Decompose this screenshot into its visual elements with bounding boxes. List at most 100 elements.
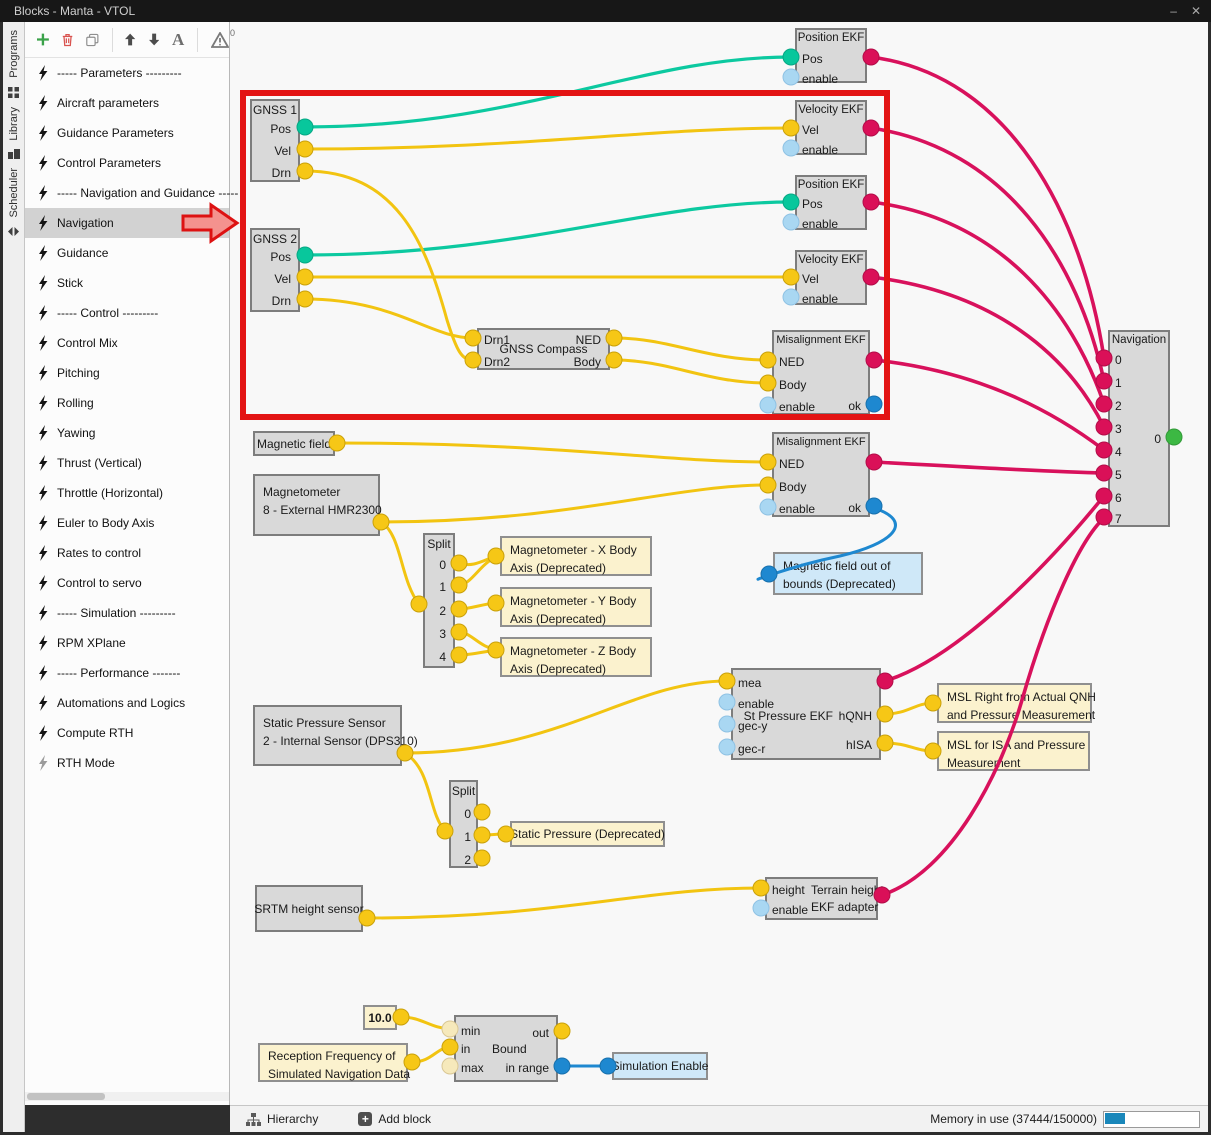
port-label-ok: ok bbox=[848, 500, 861, 516]
note-line2: Axis (Deprecated) bbox=[510, 660, 642, 678]
sidebar-item-stick[interactable]: Stick bbox=[25, 268, 229, 298]
block-misalignment-ekf-1[interactable]: Misalignment EKF NED Body enable ok bbox=[772, 330, 870, 415]
block-misalignment-ekf-2[interactable]: Misalignment EKF NED Body enable ok bbox=[772, 432, 870, 517]
port-label-body: Body bbox=[574, 354, 601, 370]
block-msl-isa-note[interactable]: MSL for ISA and Pressure Measurement bbox=[937, 731, 1090, 771]
block-title: Magnetic field bbox=[255, 433, 333, 454]
port-label-enable: enable bbox=[802, 142, 838, 158]
block-magnetometer[interactable]: Magnetometer 8 - External HMR2300 bbox=[253, 474, 380, 536]
block-static-pressure-sensor[interactable]: Static Pressure Sensor 2 - Internal Sens… bbox=[253, 705, 402, 766]
tab-scheduler[interactable]: Scheduler bbox=[8, 168, 20, 218]
sidebar-item-aircraft-parameters[interactable]: Aircraft parameters bbox=[25, 88, 229, 118]
block-title: St Pressure EKF bbox=[744, 708, 833, 724]
title-bar[interactable]: Blocks - Manta - VTOL – ✕ bbox=[0, 0, 1211, 22]
note-line1: Reception Frequency of bbox=[268, 1047, 398, 1065]
library-icon[interactable] bbox=[8, 149, 20, 159]
duplicate-icon[interactable] bbox=[86, 32, 99, 48]
port-label-mea: mea bbox=[738, 675, 761, 691]
block-title: Misalignment EKF bbox=[774, 436, 868, 448]
block-gnss-2[interactable]: GNSS 2 Pos Vel Drn bbox=[250, 228, 300, 312]
block-magnetometer-y-deprecated[interactable]: Magnetometer - Y Body Axis (Deprecated) bbox=[500, 587, 652, 627]
tab-library[interactable]: Library bbox=[8, 107, 20, 141]
sidebar-item-navigation-guidance-separator[interactable]: ----- Navigation and Guidance ----- bbox=[25, 178, 229, 208]
close-button[interactable]: ✕ bbox=[1191, 0, 1201, 22]
block-bound[interactable]: min in max Bound out in range bbox=[454, 1015, 558, 1082]
block-velocity-ekf-1[interactable]: Velocity EKF Vel enable bbox=[795, 100, 867, 155]
sidebar-item-control-mix[interactable]: Control Mix bbox=[25, 328, 229, 358]
sidebar-item-rates-to-control[interactable]: Rates to control bbox=[25, 538, 229, 568]
programs-grid-icon[interactable] bbox=[8, 87, 19, 98]
scheduler-arrows-icon[interactable] bbox=[8, 227, 19, 236]
block-gnss-1[interactable]: GNSS 1 Pos Vel Drn bbox=[250, 99, 300, 182]
block-position-ekf-1[interactable]: Position EKF Pos enable bbox=[795, 28, 867, 83]
add-block-icon: + bbox=[358, 1112, 372, 1126]
port-label-2: 2 bbox=[1115, 398, 1122, 414]
sidebar-item-compute-rth[interactable]: Compute RTH bbox=[25, 718, 229, 748]
add-program-icon[interactable] bbox=[37, 32, 49, 47]
memory-progress-fill bbox=[1105, 1113, 1125, 1124]
sidebar-item-control-parameters[interactable]: Control Parameters bbox=[25, 148, 229, 178]
sidebar-item-throttle-horizontal[interactable]: Throttle (Horizontal) bbox=[25, 478, 229, 508]
block-magnetic-field-out-of-bounds[interactable]: Magnetic field out of bounds (Deprecated… bbox=[773, 552, 923, 595]
note-line1: Magnetometer - X Body bbox=[510, 541, 642, 559]
sidebar-item-performance-separator[interactable]: ----- Performance ------- bbox=[25, 658, 229, 688]
block-terrain-height-ekf-adapter[interactable]: height enable Terrain height EKF adapter bbox=[765, 877, 878, 920]
block-constant-10[interactable]: 10.0 bbox=[363, 1005, 397, 1030]
sidebar-item-guidance[interactable]: Guidance bbox=[25, 238, 229, 268]
sidebar-item-navigation[interactable]: Navigation bbox=[25, 208, 229, 238]
block-msl-qnh-note[interactable]: MSL Right from Actual QNH and Pressure M… bbox=[937, 683, 1092, 723]
move-down-icon[interactable] bbox=[149, 32, 159, 47]
sidebar-item-rolling[interactable]: Rolling bbox=[25, 388, 229, 418]
sidebar-item-control-separator[interactable]: ----- Control --------- bbox=[25, 298, 229, 328]
block-st-pressure-ekf[interactable]: mea enable gec-y gec-r St Pressure EKF h… bbox=[731, 668, 881, 760]
port-label-0: 0 bbox=[1115, 352, 1122, 368]
sidebar-item-simulation-separator[interactable]: ----- Simulation --------- bbox=[25, 598, 229, 628]
sidebar-item-rth-mode[interactable]: RTH Mode bbox=[25, 748, 229, 778]
minimize-button[interactable]: – bbox=[1170, 0, 1177, 22]
block-title: Split bbox=[425, 537, 453, 551]
sidebar-item-pitching[interactable]: Pitching bbox=[25, 358, 229, 388]
warnings-indicator[interactable]: 0 bbox=[211, 32, 229, 48]
block-position-ekf-2[interactable]: Position EKF Pos enable bbox=[795, 175, 867, 230]
sidebar-item-control-to-servo[interactable]: Control to servo bbox=[25, 568, 229, 598]
note-text: Simulation Enable bbox=[614, 1054, 706, 1078]
scrollbar-thumb[interactable] bbox=[27, 1093, 105, 1100]
block-magnetometer-z-deprecated[interactable]: Magnetometer - Z Body Axis (Deprecated) bbox=[500, 637, 652, 677]
move-up-icon[interactable] bbox=[125, 32, 135, 47]
hierarchy-button[interactable]: Hierarchy bbox=[246, 1112, 318, 1126]
sidebar-item-euler-to-body-axis[interactable]: Euler to Body Axis bbox=[25, 508, 229, 538]
port-label-4: 4 bbox=[439, 649, 446, 665]
sidebar-horizontal-scrollbar[interactable] bbox=[25, 1092, 229, 1101]
block-split-2[interactable]: Split 0 1 2 bbox=[449, 780, 478, 868]
block-split-1[interactable]: Split 0 1 2 3 4 bbox=[423, 533, 455, 668]
block-reception-frequency-note[interactable]: Reception Frequency of Simulated Navigat… bbox=[258, 1043, 408, 1082]
block-gnss-compass[interactable]: GNSS Compass Drn1 Drn2 NED Body bbox=[477, 328, 610, 370]
block-simulation-enable[interactable]: Simulation Enable bbox=[612, 1052, 708, 1080]
port-label-enable: enable bbox=[802, 216, 838, 232]
delete-program-icon[interactable] bbox=[62, 32, 73, 48]
add-block-button[interactable]: + Add block bbox=[358, 1112, 431, 1126]
block-navigation[interactable]: Navigation 0 1 2 3 4 5 6 7 0 bbox=[1108, 330, 1170, 527]
rename-icon[interactable]: A bbox=[172, 32, 184, 48]
note-text: Static Pressure (Deprecated) bbox=[512, 823, 663, 845]
sidebar-item-yawing[interactable]: Yawing bbox=[25, 418, 229, 448]
block-magnetic-field[interactable]: Magnetic field bbox=[253, 431, 335, 456]
block-title: SRTM height sensor bbox=[257, 887, 361, 930]
sidebar-item-parameters-separator[interactable]: ----- Parameters --------- bbox=[25, 58, 229, 88]
block-title: GNSS 1 bbox=[252, 103, 298, 117]
block-srtm-height-sensor[interactable]: SRTM height sensor bbox=[255, 885, 363, 932]
port-label-drn1: Drn1 bbox=[484, 332, 510, 348]
sidebar-item-rpm-xplane[interactable]: RPM XPlane bbox=[25, 628, 229, 658]
sidebar-item-automations-and-logics[interactable]: Automations and Logics bbox=[25, 688, 229, 718]
block-magnetometer-x-deprecated[interactable]: Magnetometer - X Body Axis (Deprecated) bbox=[500, 536, 652, 576]
memory-progress-bar bbox=[1103, 1111, 1200, 1128]
port-label-in: in bbox=[461, 1041, 470, 1057]
programs-sidebar: A 0 ----- Parameters --------- Aircraft … bbox=[25, 22, 230, 1105]
sidebar-item-guidance-parameters[interactable]: Guidance Parameters bbox=[25, 118, 229, 148]
block-static-pressure-deprecated[interactable]: Static Pressure (Deprecated) bbox=[510, 821, 665, 847]
tab-programs[interactable]: Programs bbox=[8, 30, 20, 78]
block-velocity-ekf-2[interactable]: Velocity EKF Vel enable bbox=[795, 250, 867, 305]
port-label-drn: Drn bbox=[272, 165, 291, 181]
block-diagram-canvas[interactable] bbox=[230, 22, 1208, 1105]
sidebar-item-thrust-vertical[interactable]: Thrust (Vertical) bbox=[25, 448, 229, 478]
